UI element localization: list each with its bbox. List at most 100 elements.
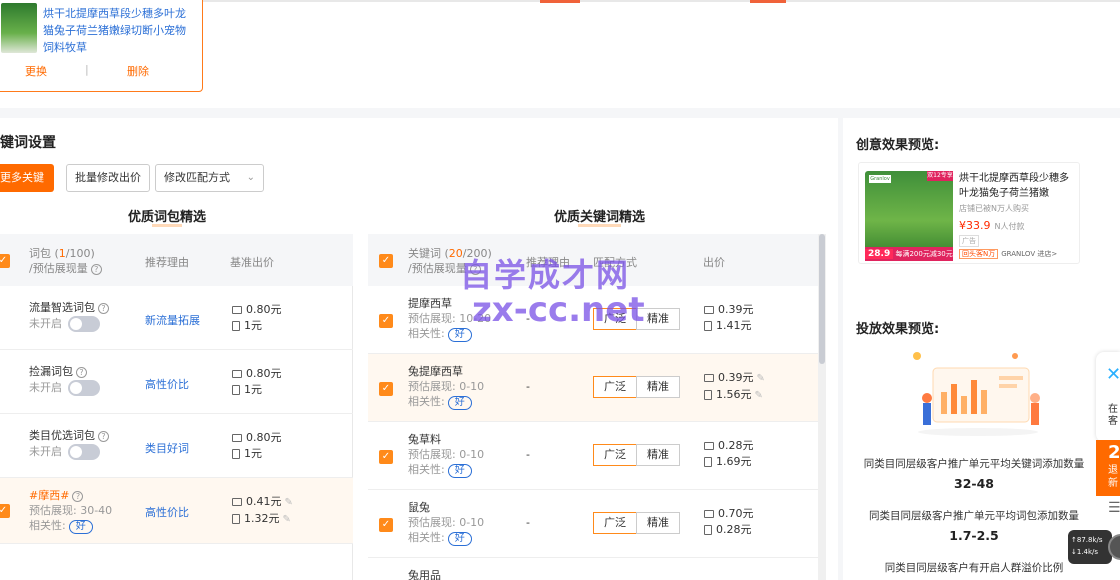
match-exact-button[interactable]: 精准: [636, 444, 680, 466]
select-all-checkbox[interactable]: ✓: [0, 254, 10, 268]
match-broad-button[interactable]: 广泛: [593, 376, 637, 398]
pc-icon: [704, 510, 714, 518]
row-checkbox[interactable]: ✓: [379, 314, 393, 328]
bid-mobile: 1.56元: [716, 388, 752, 401]
package-name: 捡漏词包: [29, 365, 73, 378]
package-name: 流量智选词包: [29, 301, 95, 314]
row-checkbox[interactable]: ✓: [0, 504, 10, 518]
bid-mobile: 1.41元: [716, 319, 752, 332]
replace-product-link[interactable]: 更换: [25, 63, 47, 79]
floating-promo-widget[interactable]: 2 退新: [1096, 440, 1120, 496]
match-mode-label: 修改匹配方式: [164, 171, 230, 184]
estimated-impressions: 0-10: [459, 516, 485, 529]
table-row: 流量智选词包? 未开启 新流量拓展 0.80元 1元: [0, 286, 353, 350]
recommend-reason: 高性价比: [145, 506, 189, 519]
package-status: 未开启: [29, 317, 62, 330]
mobile-icon: [232, 514, 240, 524]
bid-column-header: 基准出价: [230, 256, 274, 269]
row-checkbox[interactable]: ✓: [379, 382, 393, 396]
pc-icon: [232, 498, 242, 506]
mobile-icon: [704, 525, 712, 535]
upload-speed: ↑87.8k/s: [1071, 536, 1103, 544]
pc-icon: [704, 374, 714, 382]
ad-image-corner-badge: 双12专享: [927, 171, 953, 181]
more-keywords-button[interactable]: 更多关键词: [0, 164, 54, 212]
help-icon[interactable]: ?: [72, 490, 84, 502]
estimated-impressions: 0-10: [459, 380, 485, 393]
delete-product-link[interactable]: 删除: [127, 63, 149, 79]
recommend-reason: 类目好词: [145, 442, 189, 455]
floating-service-widget[interactable]: ✕ 在客: [1096, 352, 1120, 442]
selected-product-card: 烘干北提摩西草段少穗多叶龙猫兔子荷兰猪嫩绿切断小宠物饲料牧草 更换 | 删除: [0, 0, 203, 92]
bid-pc: 0.28元: [718, 439, 754, 452]
table-row: ✓ 兔提摩西草 预估展现: 0-10 相关性: 好 - 广泛 精准 0.39元 ✎ …: [368, 354, 818, 422]
ad-image-brand: Granlov: [869, 175, 891, 183]
mobile-icon: [232, 385, 240, 395]
bid-pc: 0.80元: [246, 431, 282, 444]
help-icon[interactable]: ?: [90, 263, 102, 275]
pc-icon: [232, 370, 242, 378]
match-exact-button[interactable]: 精准: [636, 376, 680, 398]
match-broad-button[interactable]: 广泛: [593, 512, 637, 534]
bid-mobile: 1元: [244, 383, 262, 396]
ad-tag: 广告: [959, 235, 979, 247]
package-toggle[interactable]: [68, 444, 100, 460]
recommend-reason: 新流量拓展: [145, 314, 200, 327]
quality-keyword-heading: 优质关键词精选: [554, 210, 646, 227]
bid-pc: 0.41元: [246, 495, 282, 508]
ad-title: 烘干北提摩西草段少穗多叶龙猫兔子荷兰猪嫩: [959, 173, 1069, 199]
reason-column-header: 推荐理由: [145, 256, 189, 269]
stat-audience-ratio-label: 同类目同层级客户有开启人群溢价比例: [884, 562, 1064, 574]
product-title[interactable]: 烘干北提摩西草段少穗多叶龙猫兔子荷兰猪嫩绿切断小宠物饲料牧草: [43, 5, 193, 56]
table-header: ✓ 词包 (1/100) /预估展现量? 推荐理由 基准出价: [0, 234, 353, 286]
edit-icon[interactable]: ✎: [283, 514, 291, 525]
table-row: 兔用品: [368, 558, 818, 580]
select-all-checkbox[interactable]: ✓: [379, 254, 393, 268]
recommend-reason: -: [526, 516, 530, 529]
recommend-reason: 高性价比: [145, 378, 189, 391]
keyword-text: 鼠兔: [408, 501, 430, 514]
help-icon[interactable]: ?: [98, 302, 109, 314]
estimated-impressions: 30-40: [80, 504, 113, 517]
mobile-icon: [704, 321, 712, 331]
package-name: #摩西#: [29, 489, 70, 502]
table-row: ✓ 兔草料 预估展现: 0-10 相关性: 好 - 广泛 精准 0.28元 1.6…: [368, 422, 818, 490]
bid-mobile: 0.28元: [716, 523, 752, 536]
scrollbar-thumb[interactable]: [819, 234, 825, 364]
batch-bid-button[interactable]: 批量修改出价: [66, 164, 150, 192]
bid-pc: 0.39元: [718, 303, 754, 316]
chevron-down-icon: ⌄: [246, 172, 255, 183]
help-icon[interactable]: ?: [76, 366, 87, 378]
action-divider: |: [85, 63, 89, 76]
ad-subtitle: 店铺已被N万人购买: [959, 204, 1029, 213]
pc-icon: [232, 306, 242, 314]
package-toggle[interactable]: [68, 380, 100, 396]
row-checkbox[interactable]: ✓: [379, 518, 393, 532]
package-name: 类目优选词包: [29, 429, 95, 442]
stat-keyword-count-value: 32-48: [954, 476, 994, 491]
keyword-text: 兔提摩西草: [408, 365, 463, 378]
list-icon[interactable]: ☰: [1096, 500, 1120, 526]
edit-icon[interactable]: ✎: [285, 497, 293, 508]
analytics-illustration: [913, 352, 1040, 436]
pc-icon: [704, 442, 714, 450]
match-mode-select[interactable]: 修改匹配方式 ⌄: [155, 164, 264, 192]
bid-mobile: 1元: [244, 319, 262, 332]
row-checkbox[interactable]: ✓: [379, 450, 393, 464]
package-toggle[interactable]: [68, 316, 100, 332]
edit-icon[interactable]: ✎: [757, 373, 765, 384]
recommend-reason: -: [526, 448, 530, 461]
ad-footer: 回头客N万 GRANLOV 进店>: [959, 249, 1057, 259]
creative-preview-title: 创意效果预览:: [856, 138, 940, 153]
relevance-badge: 好: [447, 396, 472, 410]
network-monitor: ↑87.8k/s ↓1.4k/s: [1068, 530, 1120, 564]
match-exact-button[interactable]: 精准: [636, 512, 680, 534]
keyword-package-table: ✓ 词包 (1/100) /预估展现量? 推荐理由 基准出价 流量智选词包? 未…: [0, 234, 353, 580]
mobile-icon: [704, 390, 712, 400]
match-broad-button[interactable]: 广泛: [593, 444, 637, 466]
keyword-text: 兔用品: [408, 569, 441, 580]
edit-icon[interactable]: ✎: [755, 390, 763, 401]
relevance-badge: 好: [447, 464, 472, 478]
bid-pc: 0.80元: [246, 303, 282, 316]
help-icon[interactable]: ?: [98, 430, 109, 442]
